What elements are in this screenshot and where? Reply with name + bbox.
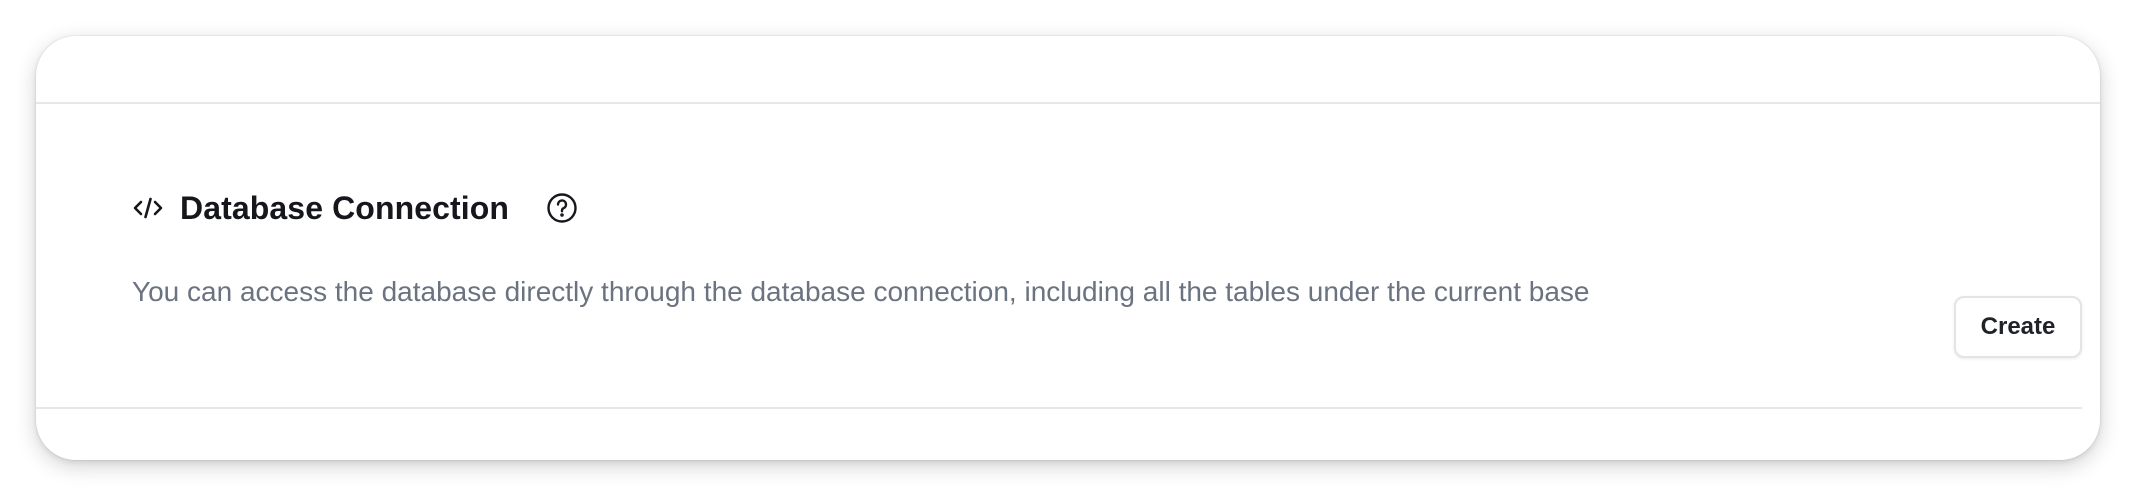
section-title: Database Connection bbox=[180, 189, 510, 226]
bottom-divider bbox=[36, 407, 2082, 409]
top-divider bbox=[36, 102, 2100, 104]
create-button[interactable]: Create bbox=[1954, 296, 2082, 358]
code-icon bbox=[132, 192, 164, 224]
question-circle-icon[interactable] bbox=[545, 191, 579, 225]
section-description: You can access the database directly thr… bbox=[132, 276, 1590, 307]
database-connection-panel: Database Connection You can access the d… bbox=[36, 36, 2100, 460]
section-header: Database Connection bbox=[132, 186, 579, 230]
